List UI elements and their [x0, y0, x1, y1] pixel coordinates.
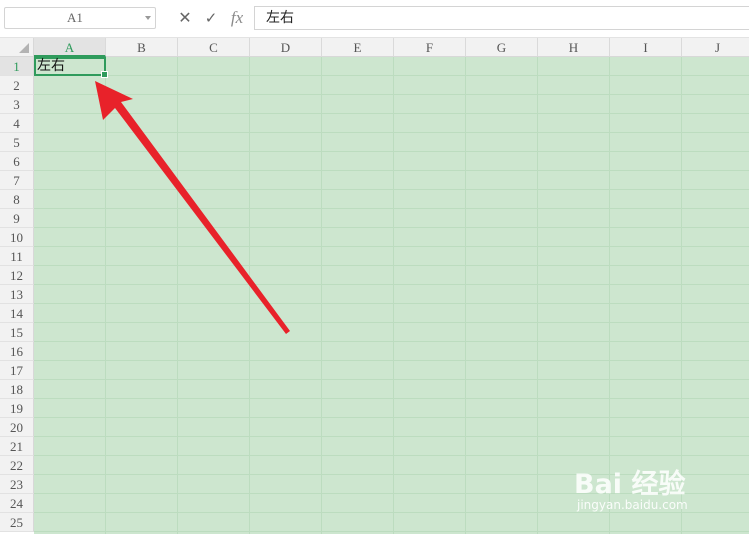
- row-header-20[interactable]: 20: [0, 418, 34, 437]
- column-header-b[interactable]: B: [106, 38, 178, 57]
- row-header-25[interactable]: 25: [0, 513, 34, 532]
- row-header-12[interactable]: 12: [0, 266, 34, 285]
- cancel-icon[interactable]: ✕: [176, 8, 194, 28]
- select-all-corner[interactable]: [0, 38, 34, 57]
- row-header-4[interactable]: 4: [0, 114, 34, 133]
- row-header-2[interactable]: 2: [0, 76, 34, 95]
- active-cell-value: 左右: [37, 58, 65, 74]
- row-header-9[interactable]: 9: [0, 209, 34, 228]
- row-header-15[interactable]: 15: [0, 323, 34, 342]
- row-header-3[interactable]: 3: [0, 95, 34, 114]
- row-header-19[interactable]: 19: [0, 399, 34, 418]
- column-header-i[interactable]: I: [610, 38, 682, 57]
- column-header-f[interactable]: F: [394, 38, 466, 57]
- row-header-11[interactable]: 11: [0, 247, 34, 266]
- column-header-d[interactable]: D: [250, 38, 322, 57]
- column-header-c[interactable]: C: [178, 38, 250, 57]
- select-all-icon: [19, 43, 29, 53]
- column-header-g[interactable]: G: [466, 38, 538, 57]
- row-header-22[interactable]: 22: [0, 456, 34, 475]
- row-header-10[interactable]: 10: [0, 228, 34, 247]
- row-header-5[interactable]: 5: [0, 133, 34, 152]
- column-header-e[interactable]: E: [322, 38, 394, 57]
- name-box-value: A1: [67, 10, 83, 25]
- row-header-8[interactable]: 8: [0, 190, 34, 209]
- active-cell[interactable]: 左右: [34, 57, 108, 78]
- row-header-18[interactable]: 18: [0, 380, 34, 399]
- insert-function-icon[interactable]: fx: [227, 8, 247, 28]
- fill-handle[interactable]: [101, 71, 108, 78]
- row-header-17[interactable]: 17: [0, 361, 34, 380]
- row-header-24[interactable]: 24: [0, 494, 34, 513]
- confirm-icon[interactable]: ✓: [202, 8, 220, 28]
- row-header-23[interactable]: 23: [0, 475, 34, 494]
- formula-bar: A1 ✕ ✓ fx 左右: [0, 0, 749, 38]
- watermark: Bai 经验 jingyan.baidu.com: [574, 454, 744, 524]
- row-header-21[interactable]: 21: [0, 437, 34, 456]
- column-header-h[interactable]: H: [538, 38, 610, 57]
- row-header-7[interactable]: 7: [0, 171, 34, 190]
- formula-input[interactable]: 左右: [254, 6, 749, 30]
- row-header-14[interactable]: 14: [0, 304, 34, 323]
- watermark-brand: Bai 经验: [574, 469, 686, 500]
- watermark-url: jingyan.baidu.com: [577, 498, 688, 512]
- name-box-dropdown-icon[interactable]: [145, 16, 151, 20]
- row-header-16[interactable]: 16: [0, 342, 34, 361]
- column-header-a[interactable]: A: [34, 38, 106, 57]
- name-box[interactable]: A1: [4, 7, 156, 29]
- row-header-13[interactable]: 13: [0, 285, 34, 304]
- column-header-j[interactable]: J: [682, 38, 749, 57]
- row-header-1[interactable]: 1: [0, 57, 34, 76]
- row-header-6[interactable]: 6: [0, 152, 34, 171]
